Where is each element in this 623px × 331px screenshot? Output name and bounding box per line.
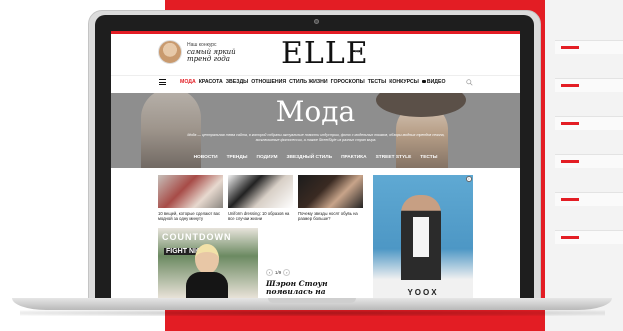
article-thumbnail[interactable]	[158, 175, 223, 208]
article-caption[interactable]: 10 вещей, которые сделают вас модной за …	[158, 211, 226, 221]
tab-news[interactable]: НОВОСТИ	[194, 155, 218, 160]
feature-face	[195, 244, 219, 274]
nav-item-tests[interactable]: ТЕСТЫ	[368, 79, 387, 85]
nav-item-video-label: ВИДЕО	[426, 79, 446, 85]
page: Наш конкурс самый яркий тренд года ELLE …	[0, 0, 623, 331]
feature-image[interactable]: COUNTDOWN FIGHT NIGHT	[158, 228, 258, 298]
panel-bar	[555, 192, 623, 206]
nav-item-video[interactable]: ВИДЕО	[421, 79, 446, 85]
section-tabs: НОВОСТИ ТРЕНДЫ ПОДИУМ ЗВЕЗДНЫЙ СТИЛЬ ПРА…	[111, 155, 520, 160]
tab-trends[interactable]: ТРЕНДЫ	[227, 155, 248, 160]
ad-model-shirt	[413, 217, 429, 257]
main-nav: МОДА КРАСОТА ЗВЕЗДЫ ОТНОШЕНИЯ СТИЛЬ ЖИЗН…	[111, 75, 520, 89]
nav-item-fashion[interactable]: МОДА	[180, 79, 196, 85]
laptop-notch	[268, 298, 356, 303]
nav-items: МОДА КРАСОТА ЗВЕЗДЫ ОТНОШЕНИЯ СТИЛЬ ЖИЗН…	[180, 79, 446, 85]
article-caption[interactable]: Почему звезды носят обувь на размер боль…	[298, 211, 366, 221]
tab-star-style[interactable]: ЗВЕЗДНЫЙ СТИЛЬ	[286, 155, 332, 160]
panel-bar	[555, 40, 623, 54]
nav-item-contests[interactable]: КОНКУРСЫ	[389, 79, 419, 85]
contest-promo[interactable]: Наш конкурс самый яркий тренд года	[187, 42, 277, 63]
gallery-pager: ‹ 1/9 ›	[266, 269, 291, 276]
tab-practice[interactable]: ПРАКТИКА	[341, 155, 367, 160]
video-icon	[421, 80, 426, 83]
panel-bar	[555, 116, 623, 130]
feature-title-line-2: появилась на	[266, 287, 326, 296]
search-icon[interactable]	[466, 79, 473, 86]
nav-item-relationships[interactable]: ОТНОШЕНИЯ	[251, 79, 286, 85]
chevron-left-icon[interactable]: ‹	[266, 269, 273, 276]
ad-info-icon[interactable]: i	[466, 176, 472, 182]
section-title: Мода	[275, 95, 356, 128]
tab-street-style[interactable]: STREET STYLE	[376, 155, 412, 160]
chevron-right-icon[interactable]: ›	[283, 269, 291, 276]
feature-body	[186, 272, 228, 298]
panel-bar	[555, 230, 623, 244]
ad-brand[interactable]: YOOX	[373, 288, 473, 297]
site-logo[interactable]: ELLE	[281, 37, 368, 71]
nav-item-stars[interactable]: ЗВЕЗДЫ	[226, 79, 248, 85]
panel-bar	[555, 154, 623, 168]
site-logo-suffix: RU	[355, 49, 361, 54]
feature-image-sign: COUNTDOWN	[162, 232, 232, 242]
article-thumbnail[interactable]	[228, 175, 293, 208]
camera-icon	[314, 19, 319, 24]
nav-item-horoscopes[interactable]: ГОРОСКОПЫ	[331, 79, 365, 85]
feature-title[interactable]: Шэрон Стоун появилась на	[266, 280, 366, 296]
nav-item-lifestyle[interactable]: СТИЛЬ ЖИЗНИ	[289, 79, 327, 85]
ad-banner[interactable]	[373, 175, 473, 298]
tab-tests[interactable]: ТЕСТЫ	[420, 155, 437, 160]
contest-title-line-2: тренд года	[187, 55, 230, 63]
laptop-shadow	[20, 310, 605, 316]
right-edge-panel	[545, 0, 623, 331]
contest-avatar[interactable]	[158, 40, 182, 64]
panel-bar	[555, 78, 623, 92]
hero-banner: Мода Мода — центральная тема сайта, в ко…	[111, 93, 520, 168]
top-accent-line	[111, 31, 520, 34]
section-description: Мода — центральная тема сайта, в которой…	[187, 133, 445, 142]
article-caption[interactable]: Uniform dressing: 10 образов на все случ…	[228, 211, 296, 221]
laptop-screen: Наш конкурс самый яркий тренд года ELLE …	[111, 31, 520, 298]
menu-icon[interactable]	[159, 79, 166, 85]
article-thumbnail[interactable]	[298, 175, 363, 208]
nav-item-beauty[interactable]: КРАСОТА	[199, 79, 223, 85]
tab-runway[interactable]: ПОДИУМ	[257, 155, 278, 160]
gallery-counter: 1/9	[275, 270, 282, 275]
